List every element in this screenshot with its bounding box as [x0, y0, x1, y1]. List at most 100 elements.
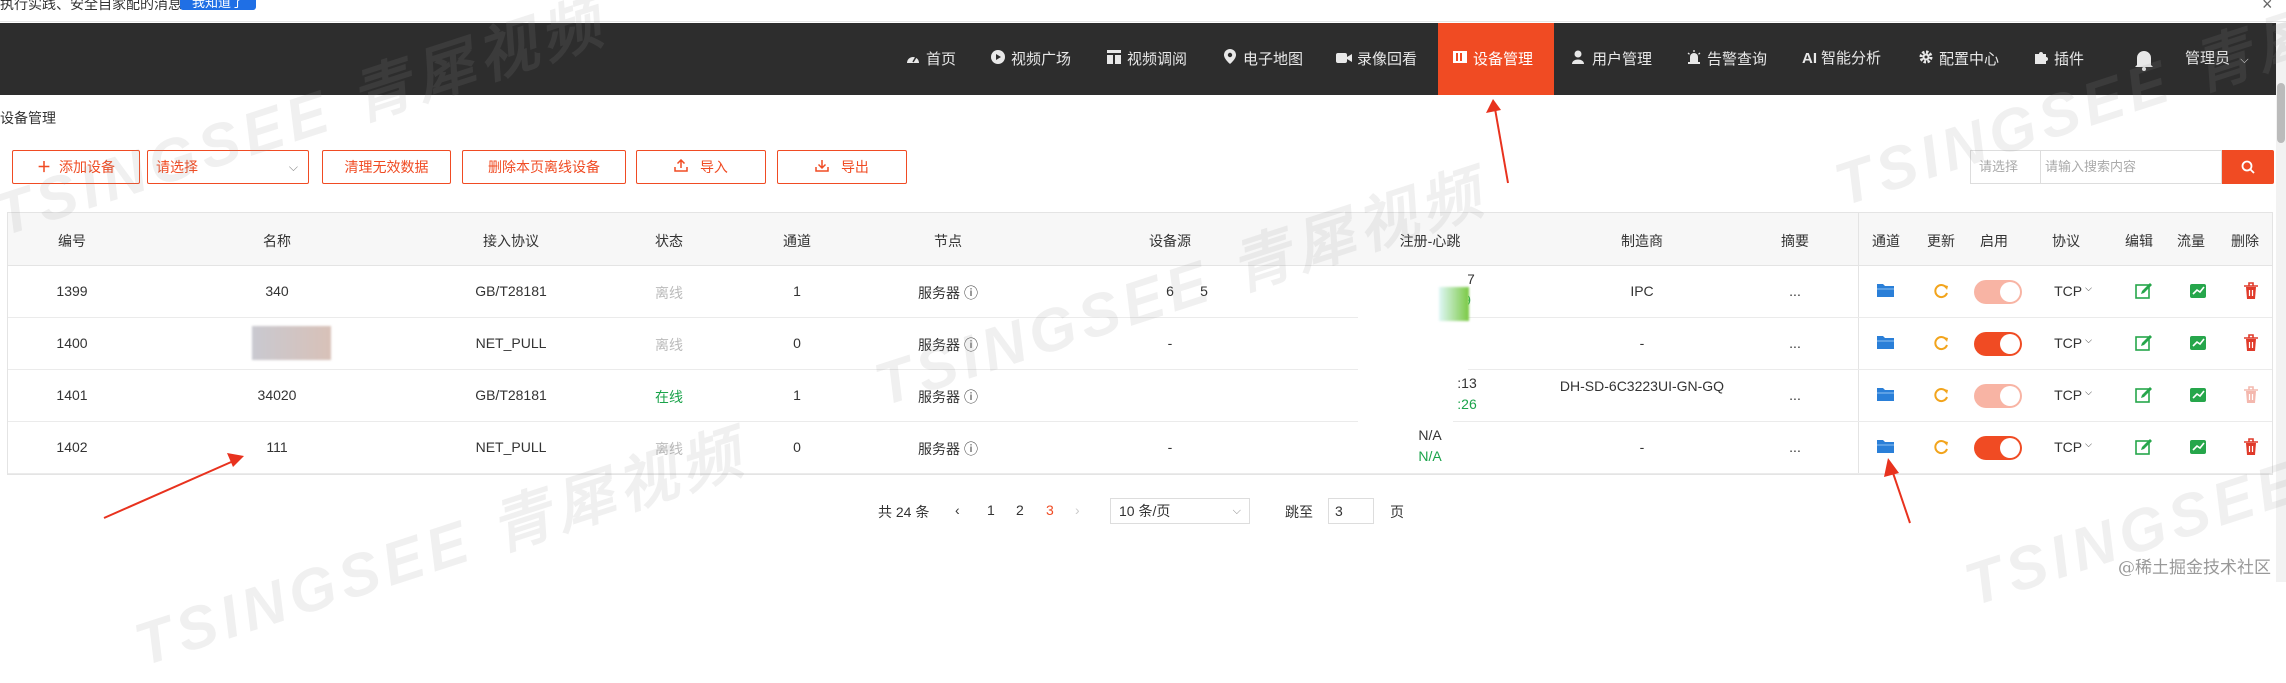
cell-source: - — [1167, 439, 1173, 455]
transport-select[interactable]: TCP ⌵ — [2054, 387, 2092, 403]
cell-heartbeat-time: N/A — [1418, 448, 1442, 464]
folder-icon[interactable] — [1877, 282, 1895, 300]
cell-protocol: NET_PULL — [475, 335, 547, 351]
cell-heartbeat-time: :26 — [1457, 396, 1477, 412]
header-transport: 协议 — [2052, 233, 2080, 249]
header-status: 状态 — [655, 233, 683, 249]
traffic-chart-icon[interactable] — [2189, 438, 2207, 456]
toggle-knob — [2000, 386, 2020, 406]
gear-icon — [1918, 23, 1934, 95]
cell-status: 离线 — [655, 285, 683, 301]
refresh-icon[interactable] — [1932, 334, 1950, 352]
trash-icon — [2243, 386, 2261, 404]
cell-id: 1402 — [56, 439, 88, 455]
nav-item-home[interactable]: 首页 — [905, 23, 956, 95]
edit-icon[interactable] — [2135, 386, 2153, 404]
cell-summary[interactable]: ... — [1789, 283, 1801, 299]
cell-register-time: N/A — [1418, 427, 1442, 443]
search-input[interactable]: 请输入搜索内容 — [2040, 150, 2222, 184]
edit-icon[interactable] — [2135, 334, 2153, 352]
cell-summary[interactable]: ... — [1789, 439, 1801, 455]
header-delete: 删除 — [2231, 233, 2259, 249]
next-page-icon[interactable]: › — [1075, 502, 1080, 518]
clean-invalid-button[interactable]: 清理无效数据 — [322, 150, 451, 184]
cell-summary[interactable]: ... — [1789, 335, 1801, 351]
header-maker: 制造商 — [1621, 233, 1663, 249]
nav-item-video-browse[interactable]: 视频调阅 — [1106, 23, 1187, 95]
cell-maker: - — [1639, 335, 1645, 351]
edit-icon[interactable] — [2135, 438, 2153, 456]
site-watermark: @稀土掘金技术社区 — [2118, 558, 2271, 578]
header-update: 更新 — [1927, 233, 1955, 249]
cell-status: 在线 — [655, 389, 683, 405]
refresh-icon[interactable] — [1932, 386, 1950, 404]
enable-toggle[interactable] — [1974, 332, 2022, 356]
nav-item-playback[interactable]: 录像回看 — [1336, 23, 1417, 95]
page-3[interactable]: 3 — [1046, 502, 1054, 518]
scrollbar-thumb[interactable] — [2277, 83, 2285, 143]
pagination-total: 共 24 条 — [878, 504, 930, 520]
notice-text: 执行实践、安全自家配的消息。 — [0, 0, 196, 12]
refresh-icon[interactable] — [1932, 438, 1950, 456]
toggle-knob — [2000, 438, 2020, 458]
enable-toggle[interactable] — [1974, 280, 2022, 304]
trash-icon[interactable] — [2243, 334, 2261, 352]
traffic-chart-icon[interactable] — [2189, 282, 2207, 300]
nav-item-device-management[interactable]: 设备管理 — [1438, 23, 1554, 95]
page-1[interactable]: 1 — [987, 502, 995, 518]
table-row: 1402 111 NET_PULL 离线 0 服务器 ⓘ - -... N/A N/A TCP ⌵ — [8, 422, 2272, 474]
cell-protocol: NET_PULL — [475, 439, 547, 455]
transport-select[interactable]: TCP ⌵ — [2054, 335, 2092, 351]
prev-page-icon[interactable]: ‹ — [955, 502, 960, 518]
annotation-arrow — [1884, 458, 1911, 524]
nav-item-video-square[interactable]: 视频广场 — [990, 23, 1071, 95]
traffic-chart-icon[interactable] — [2189, 386, 2207, 404]
cell-maker: IPC — [1630, 283, 1654, 299]
cell-maker: DH-SD-6C3223UI-GN-GQ — [1559, 378, 1725, 394]
edit-icon[interactable] — [2135, 282, 2153, 300]
cell-channels: 0 — [793, 439, 801, 455]
nav-item-config[interactable]: 配置中心 — [1918, 23, 1999, 95]
page-2[interactable]: 2 — [1016, 502, 1024, 518]
cell-summary[interactable]: ... — [1789, 387, 1801, 403]
enable-toggle[interactable] — [1974, 436, 2022, 460]
transport-select[interactable]: TCP ⌵ — [2054, 283, 2092, 299]
transport-select[interactable]: TCP ⌵ — [2054, 439, 2092, 455]
import-button[interactable]: 导入 — [636, 150, 766, 184]
chevron-down-icon: ⌵ — [2085, 283, 2092, 293]
delete-offline-button[interactable]: 删除本页离线设备 — [462, 150, 626, 184]
trash-icon[interactable] — [2243, 282, 2261, 300]
notice-confirm-button[interactable]: 我知道了 — [180, 0, 257, 10]
header-enable: 启用 — [1980, 233, 2008, 249]
header-name: 名称 — [263, 233, 291, 249]
refresh-icon[interactable] — [1932, 282, 1950, 300]
header-channels: 通道 — [783, 233, 811, 249]
toggle-knob — [2000, 334, 2020, 354]
export-button[interactable]: 导出 — [777, 150, 907, 184]
nav-item-ai-analysis[interactable]: AI 智能分析 — [1802, 23, 1881, 95]
chevron-down-icon: ⌵ — [2085, 387, 2092, 397]
cell-name: 34020 — [257, 387, 297, 403]
cell-channels: 1 — [793, 283, 801, 299]
grid-icon — [1106, 23, 1122, 95]
search-button[interactable] — [2222, 150, 2274, 184]
cell-channels: 1 — [793, 387, 801, 403]
folder-icon[interactable] — [1877, 386, 1895, 404]
enable-toggle[interactable] — [1974, 384, 2022, 408]
nav-item-map[interactable]: 电子地图 — [1222, 23, 1303, 95]
cell-node: 服务器 ⓘ — [918, 441, 978, 457]
folder-icon[interactable] — [1877, 334, 1895, 352]
cell-id: 1399 — [56, 283, 88, 299]
nav-item-user-management[interactable]: 用户管理 — [1571, 23, 1652, 95]
jump-page-input[interactable]: 3 — [1328, 498, 1374, 524]
nav-item-alarm[interactable]: 告警查询 — [1686, 23, 1767, 95]
traffic-chart-icon[interactable] — [2189, 334, 2207, 352]
map-pin-icon — [1222, 23, 1238, 95]
page-size-select[interactable]: 10 条/页 ⌵ — [1110, 498, 1250, 524]
cell-channels: 0 — [793, 335, 801, 351]
folder-icon[interactable] — [1877, 438, 1895, 456]
device-icon — [1452, 23, 1468, 95]
cell-name: 340 — [265, 283, 289, 299]
header-protocol: 接入协议 — [483, 233, 539, 249]
cell-id: 1400 — [56, 335, 88, 351]
